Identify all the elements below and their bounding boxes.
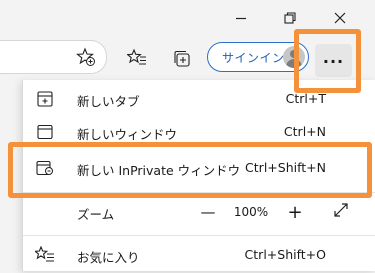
menu-item-new-window[interactable]: 新しいウィンドウ Ctrl+N: [23, 114, 375, 150]
menu-item-label: 新しい InPrivate ウィンドウ: [77, 163, 241, 178]
menu-item-label: 新しいタブ: [77, 94, 140, 109]
signin-button[interactable]: サインイン: [207, 42, 309, 72]
inprivate-window-icon: [35, 158, 55, 178]
signin-label: サインイン: [222, 51, 285, 65]
settings-menu: 新しいタブ Ctrl+T 新しいウィンドウ Ctrl+N 新しい InPriva…: [22, 80, 375, 271]
menu-item-new-inprivate-window[interactable]: 新しい InPrivate ウィンドウ Ctrl+Shift+N: [23, 150, 375, 186]
menu-item-shortcut: Ctrl+N: [283, 124, 326, 139]
menu-item-label: 新しいウィンドウ: [77, 127, 178, 142]
more-icon: ...: [322, 47, 345, 67]
menu-item-shortcut: Ctrl+T: [285, 91, 326, 106]
settings-and-more-button[interactable]: ...: [315, 44, 352, 77]
restore-icon: [284, 12, 296, 24]
avatar-icon: [283, 46, 305, 68]
menu-item-zoom: ズーム — 100% +: [23, 194, 375, 230]
menu-item-favorites[interactable]: お気に入り Ctrl+Shift+O: [23, 237, 375, 273]
close-icon: [334, 12, 346, 24]
address-bar[interactable]: [0, 40, 107, 74]
collections-icon[interactable]: [168, 45, 196, 73]
menu-item-shortcut: Ctrl+Shift+N: [245, 160, 326, 175]
menu-item-new-tab[interactable]: 新しいタブ Ctrl+T: [23, 81, 375, 117]
zoom-out-button[interactable]: —: [196, 198, 220, 226]
restore-button[interactable]: [270, 4, 310, 32]
minimize-icon: [235, 12, 247, 24]
new-tab-icon: [35, 89, 55, 109]
full-screen-button[interactable]: [329, 198, 353, 226]
favorites-icon[interactable]: [123, 44, 151, 72]
zoom-level: 100%: [233, 205, 269, 219]
menu-divider: [23, 192, 375, 193]
zoom-label: ズーム: [77, 207, 115, 222]
zoom-in-button[interactable]: +: [283, 198, 307, 226]
minimize-button[interactable]: [221, 4, 261, 32]
menu-divider: [23, 235, 375, 236]
menu-item-label: お気に入り: [77, 250, 140, 265]
close-button[interactable]: [320, 4, 360, 32]
new-window-icon: [35, 122, 55, 142]
expand-icon: [333, 202, 349, 222]
add-to-favorites-icon[interactable]: [72, 43, 100, 71]
menu-item-shortcut: Ctrl+Shift+O: [244, 247, 326, 262]
favorites-menu-icon: [35, 245, 55, 265]
